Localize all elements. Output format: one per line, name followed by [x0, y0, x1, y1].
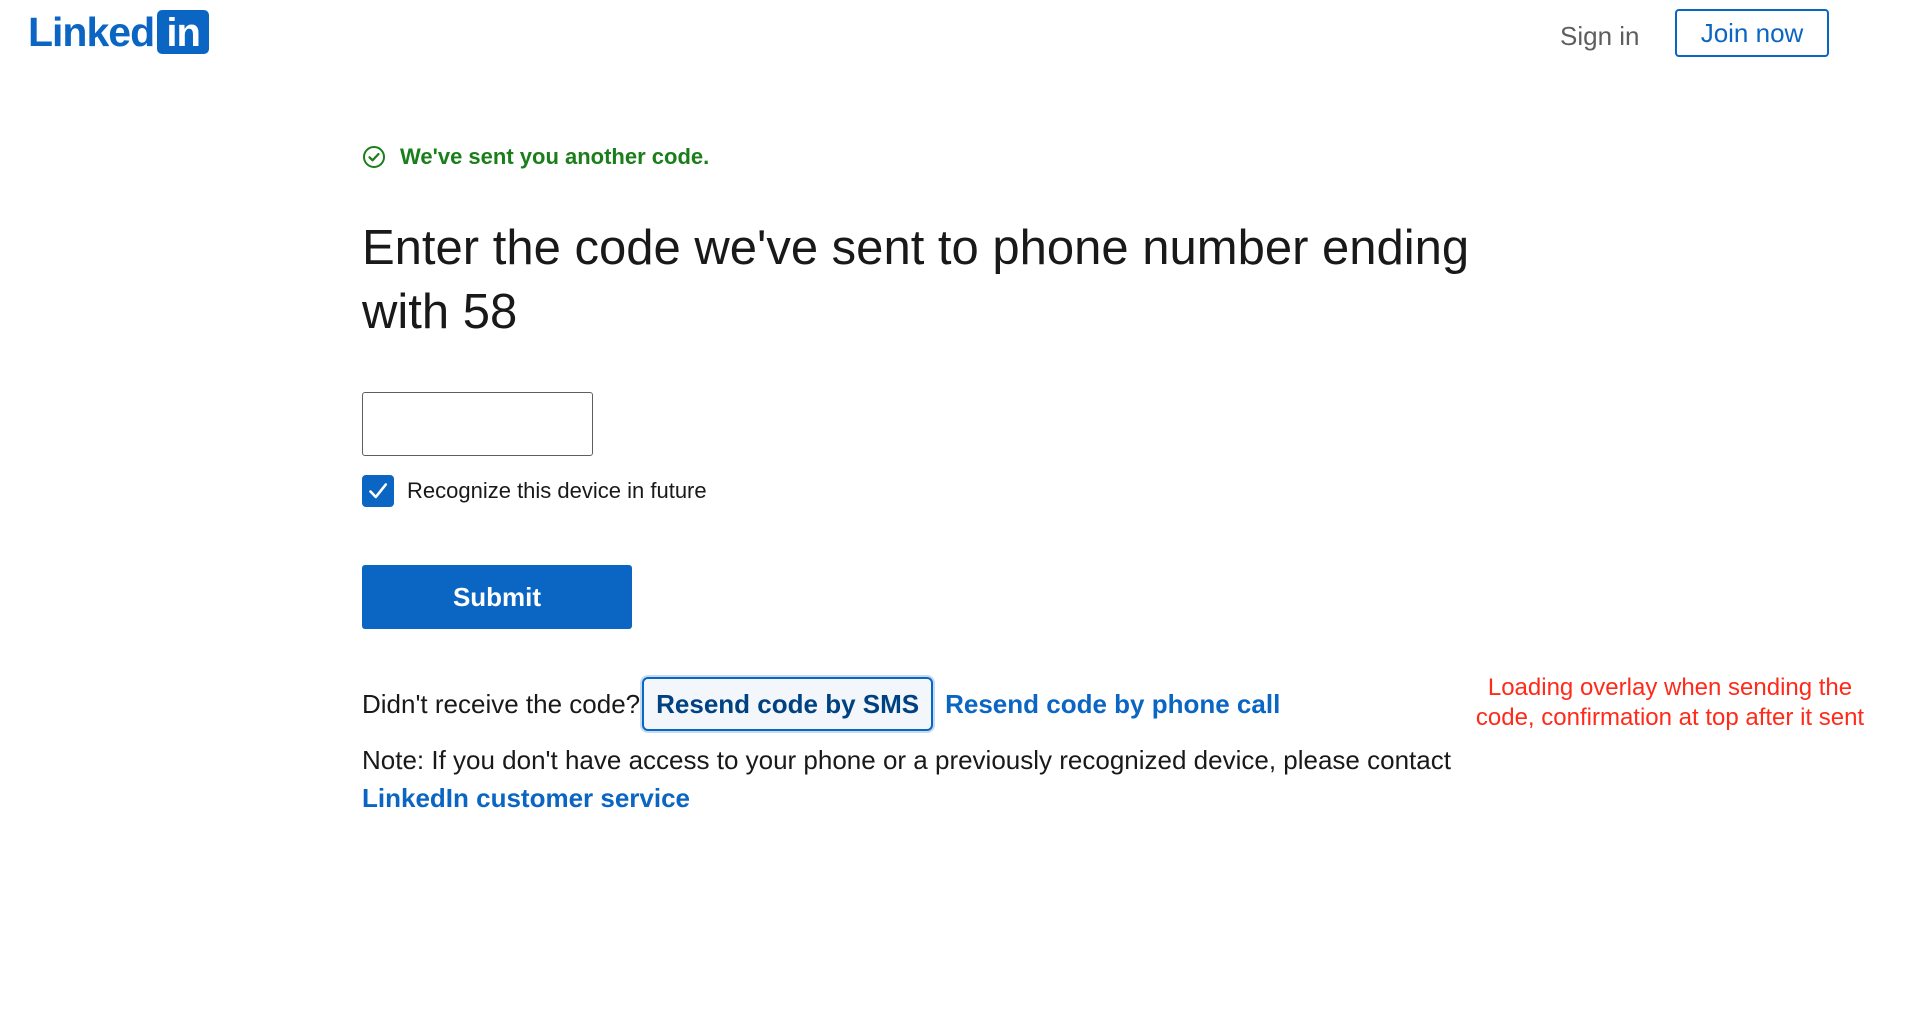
submit-button[interactable]: Submit: [362, 565, 632, 629]
logo-in-badge: in: [157, 10, 210, 55]
resend-options: Didn't receive the code? Resend code by …: [362, 677, 1512, 731]
resend-call-link[interactable]: Resend code by phone call: [945, 686, 1280, 722]
join-now-button[interactable]: Join now: [1675, 9, 1829, 57]
verification-code-input[interactable]: [362, 392, 593, 456]
remember-device-label: Recognize this device in future: [407, 478, 707, 503]
check-circle-icon: [363, 146, 385, 168]
customer-service-link[interactable]: LinkedIn customer service: [362, 779, 1512, 817]
resend-prompt: Didn't receive the code?: [362, 689, 641, 719]
page: Linked in Sign in Join now We've sent yo…: [0, 0, 1920, 1011]
design-annotation: Loading overlay when sending the code, c…: [1475, 674, 1865, 731]
checkbox-checked[interactable]: [362, 475, 394, 507]
verification-form: We've sent you another code. Enter the c…: [362, 140, 1512, 817]
linkedin-logo[interactable]: Linked in: [28, 9, 210, 55]
resend-sms-button[interactable]: Resend code by SMS: [642, 677, 934, 731]
remember-device-checkbox[interactable]: Recognize this device in future: [362, 475, 1512, 507]
confirmation-banner: We've sent you another code.: [362, 140, 1512, 174]
confirmation-text: We've sent you another code.: [400, 144, 710, 169]
help-note: Note: If you don't have access to your p…: [362, 741, 1512, 817]
sign-in-link[interactable]: Sign in: [1560, 18, 1640, 54]
logo-wordmark: Linked: [28, 9, 155, 55]
help-note-text: Note: If you don't have access to your p…: [362, 745, 1451, 775]
page-title: Enter the code we've sent to phone numbe…: [362, 221, 1470, 339]
checkmark-icon: [369, 483, 388, 499]
